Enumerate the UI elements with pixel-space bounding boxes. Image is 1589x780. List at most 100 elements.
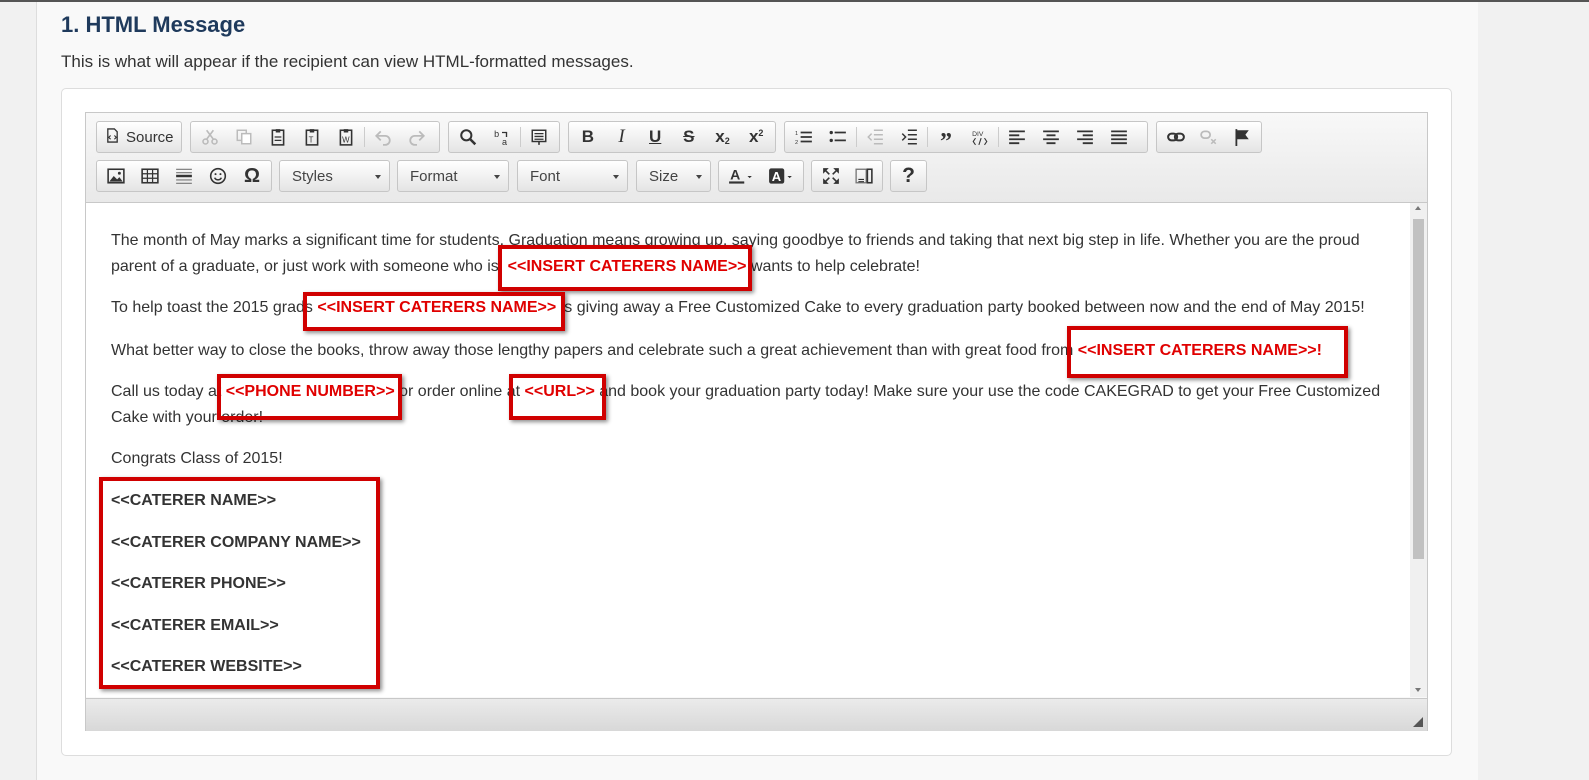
paragraph-text: What better way to close the books, thro…	[111, 342, 1078, 359]
bold-icon[interactable]: B	[571, 123, 605, 151]
decrease-indent-icon[interactable]	[858, 123, 892, 151]
toolbar-separator	[856, 127, 857, 147]
content-scrollbar[interactable]	[1410, 203, 1427, 697]
replace-icon[interactable]: ba	[485, 123, 519, 151]
basic-styles-group: B I U S x2 x2	[568, 121, 776, 153]
special-char-icon[interactable]: Ω	[235, 162, 269, 190]
paragraph-text: Call us today at	[111, 383, 226, 400]
svg-text:b: b	[494, 129, 499, 139]
help-icon[interactable]: ?	[893, 162, 924, 190]
source-button[interactable]: Source	[99, 123, 180, 151]
scroll-down-arrow-icon[interactable]	[1415, 688, 1421, 692]
paragraph-group: 12 ” DIV	[784, 121, 1148, 155]
background-color-icon[interactable]: A	[761, 162, 801, 190]
format-dropdown[interactable]: Format	[397, 160, 509, 192]
section-description: This is what will appear if the recipien…	[61, 52, 634, 71]
increase-indent-icon[interactable]	[892, 123, 926, 151]
styles-label: Styles	[292, 167, 333, 185]
table-icon[interactable]	[133, 162, 167, 190]
toolbar-separator	[927, 127, 928, 147]
help-group: ?	[890, 160, 927, 192]
paragraph-1: The month of May marks a significant tim…	[111, 228, 1401, 280]
svg-text:2: 2	[795, 140, 798, 146]
editor-statusbar	[86, 698, 1427, 731]
redo-icon[interactable]	[400, 123, 434, 151]
tools-group	[811, 160, 883, 192]
align-right-icon[interactable]	[1068, 123, 1102, 151]
maximize-icon[interactable]	[814, 162, 847, 190]
svg-text:A: A	[730, 167, 740, 182]
toolbar-separator	[998, 127, 999, 147]
chevron-down-icon	[494, 175, 500, 179]
div-icon[interactable]: DIV	[963, 123, 997, 151]
paragraph-text: or order online at	[394, 383, 525, 400]
svg-text:A: A	[772, 169, 782, 184]
paragraph-5: Congrats Class of 2015!	[111, 450, 283, 467]
source-icon	[105, 127, 120, 147]
search-group: ba	[448, 121, 560, 153]
links-group	[1156, 121, 1262, 153]
cut-icon[interactable]	[193, 123, 227, 151]
undo-icon[interactable]	[366, 123, 400, 151]
highlight-box	[509, 374, 606, 420]
horizontal-rule-icon[interactable]	[167, 162, 201, 190]
svg-text:a: a	[502, 137, 507, 146]
editor-toolbar: Source T W ba B I U S x2 x2 1 2 ” DIV Ω …	[86, 113, 1427, 203]
toolbar-separator	[520, 127, 521, 147]
side-gutter	[1478, 2, 1589, 780]
strikethrough-icon[interactable]: S	[672, 123, 706, 151]
source-label: Source	[126, 128, 174, 146]
copy-icon[interactable]	[227, 123, 261, 151]
styles-dropdown[interactable]: Styles	[279, 160, 390, 192]
svg-text:1: 1	[795, 131, 798, 137]
toolbar-separator	[364, 127, 365, 147]
align-center-icon[interactable]	[1034, 123, 1068, 151]
size-dropdown[interactable]: Size	[636, 160, 711, 192]
svg-text:W: W	[342, 136, 350, 145]
smiley-icon[interactable]	[201, 162, 235, 190]
highlight-box	[1067, 326, 1348, 378]
paste-word-icon[interactable]: W	[329, 123, 363, 151]
highlight-box	[498, 245, 752, 291]
numbered-list-icon[interactable]: 12	[787, 123, 821, 151]
bulleted-list-icon[interactable]	[821, 123, 855, 151]
section-title: 1. HTML Message	[61, 12, 246, 37]
find-icon[interactable]	[451, 123, 485, 151]
highlight-box	[99, 477, 380, 689]
paste-text-icon[interactable]: T	[295, 123, 329, 151]
anchor-icon[interactable]	[1226, 123, 1259, 151]
link-icon[interactable]	[1159, 123, 1192, 151]
svg-text:T: T	[309, 136, 314, 145]
highlight-box	[217, 374, 402, 420]
text-color-icon[interactable]: A	[721, 162, 761, 190]
paragraph-text: is giving away a Free Customized Cake to…	[556, 299, 1365, 316]
format-label: Format	[410, 167, 458, 185]
chevron-down-icon	[375, 175, 381, 179]
select-all-icon[interactable]	[522, 123, 556, 151]
colors-group: A A	[718, 160, 804, 192]
underline-icon[interactable]: U	[638, 123, 672, 151]
paragraph-text: To help toast the 2015 grads	[111, 299, 318, 316]
resize-grip-icon[interactable]	[1413, 717, 1423, 727]
clipboard-group: T W	[190, 121, 440, 153]
blockquote-icon[interactable]: ”	[929, 123, 963, 155]
superscript-icon[interactable]: x2	[739, 123, 773, 151]
justify-icon[interactable]	[1102, 123, 1136, 151]
chevron-down-icon	[613, 175, 619, 179]
unlink-icon[interactable]	[1192, 123, 1225, 151]
align-left-icon[interactable]	[1000, 123, 1034, 151]
font-label: Font	[530, 167, 561, 185]
scroll-up-arrow-icon[interactable]	[1415, 206, 1421, 210]
image-icon[interactable]	[99, 162, 133, 190]
size-label: Size	[649, 167, 679, 185]
font-dropdown[interactable]: Font	[517, 160, 628, 192]
svg-text:DIV: DIV	[972, 131, 984, 138]
show-blocks-icon[interactable]	[847, 162, 880, 190]
subscript-icon[interactable]: x2	[706, 123, 740, 151]
source-group: Source	[96, 121, 182, 153]
scroll-thumb[interactable]	[1413, 219, 1424, 559]
paste-icon[interactable]	[261, 123, 295, 151]
italic-icon[interactable]: I	[605, 123, 639, 151]
chevron-down-icon	[696, 175, 702, 179]
highlight-box	[303, 292, 565, 331]
